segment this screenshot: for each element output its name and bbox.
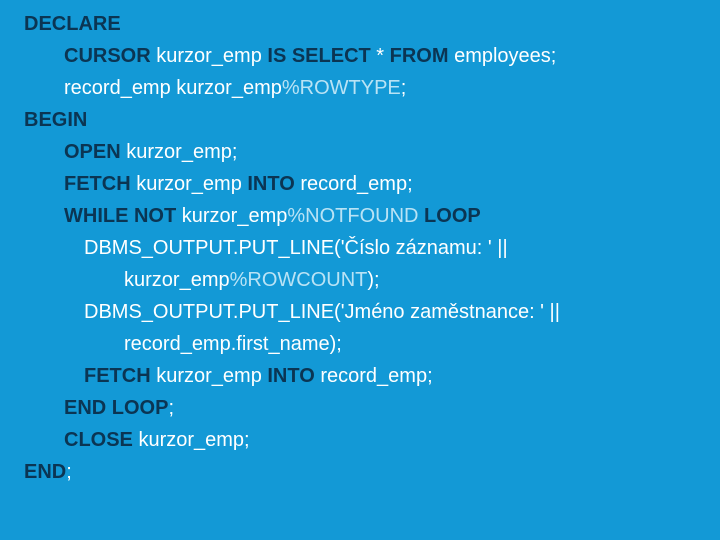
- code-token: END LOOP: [64, 397, 168, 419]
- code-token: INTO: [247, 173, 300, 195]
- code-token: LOOP: [424, 205, 481, 227]
- code-token: record_emp.first_name);: [124, 333, 342, 355]
- code-token: DBMS_OUTPUT.PUT_LINE('Číslo záznamu: ' |…: [84, 237, 508, 259]
- code-token: FETCH: [84, 365, 156, 387]
- code-line: END LOOP;: [24, 392, 696, 424]
- code-token: *: [376, 45, 389, 67]
- code-token: OPEN: [64, 141, 126, 163]
- code-token: IS SELECT: [267, 45, 376, 67]
- code-token: ;: [66, 461, 72, 483]
- code-block: DECLARE CURSOR kurzor_emp IS SELECT * FRO…: [0, 0, 720, 488]
- code-token: CLOSE: [64, 429, 138, 451]
- code-token: FETCH: [64, 173, 136, 195]
- code-line: kurzor_emp%ROWCOUNT);: [24, 264, 696, 296]
- code-token: kurzor_emp;: [126, 141, 237, 163]
- code-token: CURSOR: [64, 45, 156, 67]
- code-token: FROM: [390, 45, 454, 67]
- code-token: record_emp;: [300, 173, 412, 195]
- code-line: FETCH kurzor_emp INTO record_emp;: [24, 168, 696, 200]
- code-token: %ROWCOUNT: [230, 269, 368, 291]
- code-line: DBMS_OUTPUT.PUT_LINE('Jméno zaměstnance:…: [24, 296, 696, 328]
- code-token: %NOTFOUND: [287, 205, 424, 227]
- code-line: BEGIN: [24, 104, 696, 136]
- code-token: record_emp;: [320, 365, 432, 387]
- code-token: employees;: [454, 45, 556, 67]
- code-token: kurzor_emp: [156, 365, 267, 387]
- code-line: CURSOR kurzor_emp IS SELECT * FROM emplo…: [24, 40, 696, 72]
- code-line: FETCH kurzor_emp INTO record_emp;: [24, 360, 696, 392]
- code-token: DBMS_OUTPUT.PUT_LINE('Jméno zaměstnance:…: [84, 301, 560, 323]
- code-token: kurzor_emp: [124, 269, 230, 291]
- code-line: record_emp kurzor_emp%ROWTYPE;: [24, 72, 696, 104]
- code-token: INTO: [267, 365, 320, 387]
- code-token: ;: [168, 397, 174, 419]
- code-line: DECLARE: [24, 8, 696, 40]
- code-token: kurzor_emp;: [138, 429, 249, 451]
- code-line: CLOSE kurzor_emp;: [24, 424, 696, 456]
- code-token: %ROWTYPE: [282, 77, 401, 99]
- code-line: WHILE NOT kurzor_emp%NOTFOUND LOOP: [24, 200, 696, 232]
- code-token: kurzor_emp: [182, 205, 288, 227]
- code-line: END;: [24, 456, 696, 488]
- code-line: DBMS_OUTPUT.PUT_LINE('Číslo záznamu: ' |…: [24, 232, 696, 264]
- code-line: record_emp.first_name);: [24, 328, 696, 360]
- code-token: END: [24, 461, 66, 483]
- code-token: record_emp kurzor_emp: [64, 77, 282, 99]
- code-token: kurzor_emp: [136, 173, 247, 195]
- code-line: OPEN kurzor_emp;: [24, 136, 696, 168]
- code-token: kurzor_emp: [156, 45, 267, 67]
- code-token: ;: [401, 77, 407, 99]
- code-token: DECLARE: [24, 13, 121, 35]
- code-token: BEGIN: [24, 109, 87, 131]
- code-token: WHILE NOT: [64, 205, 182, 227]
- code-token: );: [367, 269, 379, 291]
